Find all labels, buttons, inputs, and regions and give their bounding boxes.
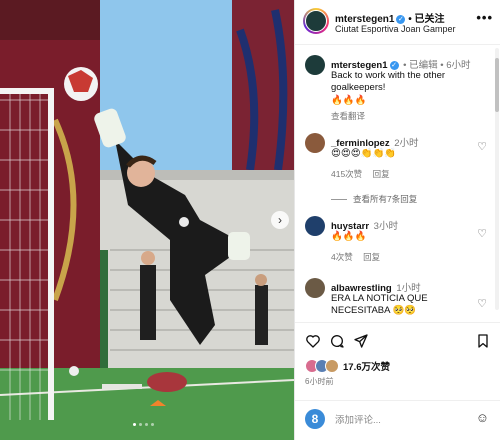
- commenter-avatar[interactable]: [305, 278, 325, 298]
- comment-like-heart-icon[interactable]: ♡: [477, 227, 487, 240]
- post-timestamp[interactable]: 6小时前: [305, 376, 333, 387]
- liker-avatar: [325, 359, 339, 373]
- comment-likes-count[interactable]: 4次赞: [331, 252, 353, 262]
- post-photo[interactable]: ›: [0, 0, 294, 440]
- carousel-indicator: [133, 423, 154, 426]
- comment-meta: 415次赞 回复: [331, 168, 398, 180]
- carousel-dot: [151, 423, 154, 426]
- add-comment-bar: 8 ☺: [295, 400, 500, 441]
- reply-button[interactable]: 回复: [363, 252, 380, 262]
- caption-header: mterstegen1 ✓ • 已编辑 • 6小时: [331, 57, 471, 71]
- heart-icon[interactable]: [305, 333, 321, 349]
- more-options-icon[interactable]: •••: [476, 10, 493, 25]
- next-slide-button[interactable]: ›: [271, 211, 289, 229]
- author-avatar[interactable]: [303, 8, 329, 34]
- comment-header: albawrestling 1小时: [331, 280, 421, 294]
- post-location[interactable]: Ciutat Esportiva Joan Gamper: [335, 24, 456, 34]
- comment-like-heart-icon[interactable]: ♡: [477, 297, 487, 310]
- caption-emojis: 🔥🔥🔥: [331, 95, 367, 106]
- post-header: mterstegen1 ✓ • 已关注 Ciutat Esportiva Joan…: [295, 0, 500, 45]
- reply-button[interactable]: 回复: [373, 169, 390, 179]
- post-viewer: › mterstegen1 ✓ • 已关注 Ciutat Esportiva Jo…: [0, 0, 500, 440]
- verified-badge-icon: ✓: [389, 60, 399, 70]
- comment-header: _ferminlopez 2小时: [331, 135, 419, 149]
- comment-meta: 4次赞 回复: [331, 251, 388, 263]
- verified-badge-icon: ✓: [396, 14, 406, 24]
- photo-illustration: [0, 0, 294, 440]
- likes-count[interactable]: 17.6万次赞: [343, 359, 390, 373]
- share-icon[interactable]: [353, 333, 369, 349]
- comment-text: 🔥🔥🔥: [331, 231, 367, 242]
- current-user-avatar: 8: [305, 409, 325, 429]
- emoji-picker-icon[interactable]: ☺: [476, 410, 489, 425]
- comment-like-heart-icon[interactable]: ♡: [477, 140, 487, 153]
- comment-header: huystarr 3小时: [331, 218, 398, 232]
- comment-likes-count[interactable]: 415次赞: [331, 169, 362, 179]
- author-name-row: mterstegen1 ✓ • 已关注: [335, 10, 445, 25]
- comments-scrollbar-thumb[interactable]: [495, 58, 499, 112]
- commenter-avatar[interactable]: [305, 133, 325, 153]
- view-replies-link[interactable]: 查看所有7条回复: [331, 193, 417, 205]
- caption-meta: 查看翻译: [331, 110, 373, 122]
- translate-link[interactable]: 查看翻译: [331, 111, 365, 121]
- commenter-avatar[interactable]: [305, 216, 325, 236]
- comment-text: 😍😍😍👏👏👏: [331, 148, 397, 159]
- caption-text: Back to work with the other goalkeepers!: [331, 70, 446, 93]
- comment-text: ERA LA NOTICIA QUE NECESITABA 🥺🥺: [331, 293, 428, 316]
- carousel-dot: [145, 423, 148, 426]
- caption-avatar[interactable]: [305, 55, 325, 75]
- carousel-dot: [133, 423, 136, 426]
- comment-icon[interactable]: [329, 333, 345, 349]
- carousel-dot: [139, 423, 142, 426]
- comments-list: mterstegen1 ✓ • 已编辑 • 6小时 Back to work wi…: [295, 45, 500, 321]
- add-comment-input[interactable]: [333, 410, 467, 430]
- post-details-panel: mterstegen1 ✓ • 已关注 Ciutat Esportiva Joan…: [294, 0, 500, 440]
- likes-summary[interactable]: 17.6万次赞: [305, 359, 390, 373]
- bookmark-icon[interactable]: [475, 333, 491, 349]
